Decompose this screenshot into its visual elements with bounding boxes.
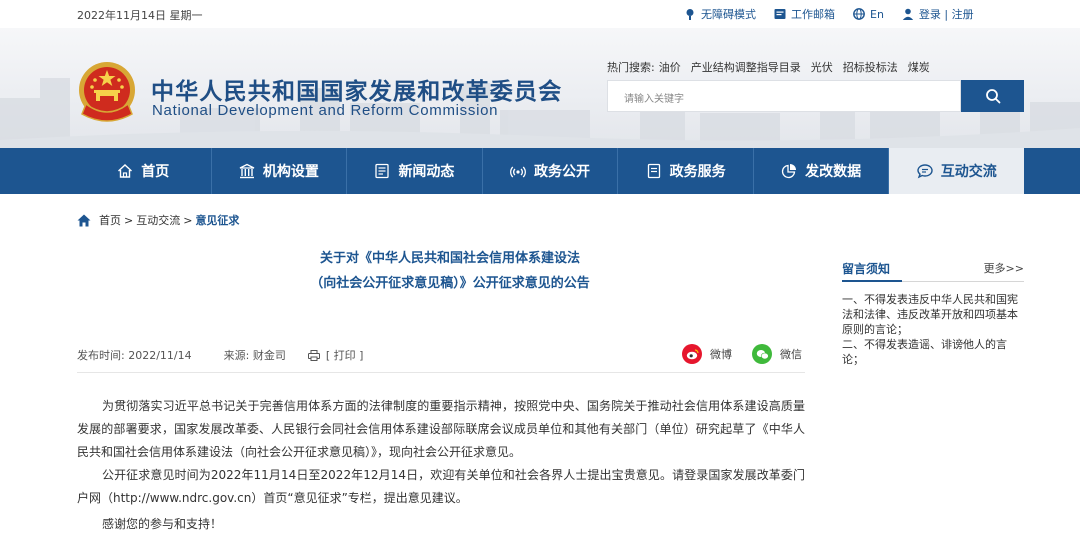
- chat-icon: [917, 164, 933, 179]
- mail-icon: [774, 9, 786, 19]
- article-paragraph: 为贯彻落实习近平总书记关于完善信用体系方面的法律制度的重要指示精神，按照党中央、…: [77, 399, 805, 459]
- top-links: 无障碍模式 工作邮箱 En 登录 | 注册: [684, 6, 992, 22]
- hot-search-item[interactable]: 光伏: [811, 59, 833, 75]
- user-icon: [902, 8, 914, 20]
- nav-item-label: 政务服务: [669, 164, 726, 180]
- nav-item-label: 首页: [141, 164, 170, 180]
- publish-label: 发布时间:: [77, 349, 125, 362]
- breadcrumb: 首页 > 互动交流 > 意见征求: [77, 212, 239, 228]
- work-mail-link[interactable]: 工作邮箱: [774, 6, 835, 22]
- source-value: 财金司: [252, 349, 286, 362]
- publish-info: 发布时间: 2022/11/14: [77, 347, 192, 363]
- news-icon: [375, 163, 390, 179]
- document-icon: [647, 163, 660, 179]
- search-icon: [985, 89, 1000, 104]
- source-info: 来源: 财金司: [224, 347, 286, 363]
- broadcast-icon: [510, 166, 526, 178]
- english-link[interactable]: En: [853, 8, 884, 21]
- wechat-icon: [752, 344, 772, 364]
- english-link-label: En: [870, 7, 884, 21]
- article-title-line2: （向社会公开征求意见稿）》公开征求意见的公告: [310, 276, 590, 291]
- article-paragraph: 公开征求意见时间为2022年11月14日至2022年12月14日，欢迎有关单位和…: [77, 468, 805, 505]
- hot-search-label: 热门搜索:: [607, 61, 655, 74]
- hot-search-item[interactable]: 油价: [659, 59, 681, 75]
- sidebar-title-underline: [842, 280, 902, 282]
- org-name-chinese: 中华人民共和国国家发展和改革委员会: [151, 79, 563, 105]
- org-name-english: National Development and Reform Commissi…: [152, 102, 499, 119]
- main-nav: 首页 机构设置 新闻动态 政务公开 政务服务 发改数据 互动交流: [0, 148, 1080, 194]
- hot-searches: 热门搜索: 油价 产业结构调整指导目录 光伏 招标投标法 煤炭: [607, 59, 940, 75]
- article-title-line1: 关于对《中华人民共和国社会信用体系建设法: [319, 251, 580, 266]
- nav-item-label: 政务公开: [534, 164, 591, 180]
- sidebar-header: 留言须知 更多>>: [842, 258, 1024, 282]
- accessibility-link-label: 无障碍模式: [701, 8, 756, 21]
- nav-item-organization[interactable]: 机构设置: [212, 148, 348, 194]
- nav-item-label: 机构设置: [262, 164, 319, 180]
- hot-search-item[interactable]: 煤炭: [908, 59, 930, 75]
- share-weibo-button[interactable]: 微博: [682, 344, 732, 364]
- nav-item-interaction[interactable]: 互动交流: [889, 148, 1025, 194]
- share-bar: 微博 微信: [682, 344, 802, 364]
- nav-item-data[interactable]: 发改数据: [754, 148, 890, 194]
- article-thanks: 感谢您的参与和支持！: [102, 517, 223, 531]
- breadcrumb-separator: >: [183, 213, 193, 227]
- hot-search-item[interactable]: 产业结构调整指导目录: [691, 59, 801, 75]
- sidebar-more-link[interactable]: 更多>>: [984, 260, 1024, 276]
- nav-item-government-affairs[interactable]: 政务公开: [483, 148, 619, 194]
- building-icon: [239, 163, 255, 179]
- home-icon: [118, 164, 133, 178]
- nav-item-home[interactable]: 首页: [76, 148, 212, 194]
- sidebar-title: 留言须知: [842, 262, 891, 276]
- work-mail-link-label: 工作邮箱: [791, 8, 835, 21]
- current-date: 2022年11月14日 星期一: [77, 9, 203, 22]
- globe-icon: [853, 8, 865, 20]
- printer-icon: [307, 349, 320, 361]
- breadcrumb-home[interactable]: 首页: [99, 212, 121, 228]
- search-input[interactable]: 请输入关键字: [607, 80, 961, 112]
- publish-date: 2022/11/14: [128, 349, 192, 362]
- pie-chart-icon: [782, 164, 797, 179]
- article-meta: 发布时间: 2022/11/14 来源: 财金司 [ 打印 ]: [77, 347, 363, 363]
- accessibility-link[interactable]: 无障碍模式: [684, 6, 756, 22]
- sidebar-note: 二、不得发表造谣、诽谤他人的言论；: [842, 338, 1007, 366]
- nav-item-government-services[interactable]: 政务服务: [618, 148, 754, 194]
- print-button[interactable]: [ 打印 ]: [307, 347, 364, 363]
- source-label: 来源:: [223, 349, 250, 362]
- home-icon: [77, 214, 91, 226]
- meta-divider: [77, 372, 805, 373]
- login-register-label: 登录 | 注册: [918, 8, 974, 21]
- sidebar-note: 一、不得发表违反中华人民共和国宪法和法律、违反改革开放和四项基本原则的言论；: [842, 293, 1018, 336]
- nav-item-news[interactable]: 新闻动态: [347, 148, 483, 194]
- hot-search-item[interactable]: 招标投标法: [843, 59, 898, 75]
- article-body: 为贯彻落实习近平总书记关于完善信用体系方面的法律制度的重要指示精神，按照党中央、…: [77, 395, 805, 536]
- nav-item-label: 互动交流: [940, 164, 997, 180]
- breadcrumb-current[interactable]: 意见征求: [195, 212, 239, 228]
- breadcrumb-separator: >: [124, 213, 134, 227]
- share-wechat-button[interactable]: 微信: [752, 344, 802, 364]
- share-weibo-label: 微博: [710, 348, 732, 361]
- site-header: 中华人民共和国国家发展和改革委员会 National Development a…: [0, 28, 1080, 148]
- login-register-link[interactable]: 登录 | 注册: [902, 6, 974, 22]
- nav-item-label: 新闻动态: [398, 164, 455, 180]
- sidebar-notes: 一、不得发表违反中华人民共和国宪法和法律、违反改革开放和四项基本原则的言论； 二…: [842, 292, 1024, 367]
- nav-item-label: 发改数据: [805, 164, 862, 180]
- weibo-icon: [682, 344, 702, 364]
- top-utility-bar: 2022年11月14日 星期一 无障碍模式 工作邮箱 En 登录 | 注册: [0, 0, 1080, 28]
- search-button[interactable]: [961, 80, 1024, 112]
- print-label: [ 打印 ]: [325, 349, 364, 362]
- accessibility-icon: [686, 9, 694, 20]
- breadcrumb-interaction[interactable]: 互动交流: [136, 212, 180, 228]
- share-wechat-label: 微信: [780, 348, 802, 361]
- national-emblem-logo: [79, 62, 135, 122]
